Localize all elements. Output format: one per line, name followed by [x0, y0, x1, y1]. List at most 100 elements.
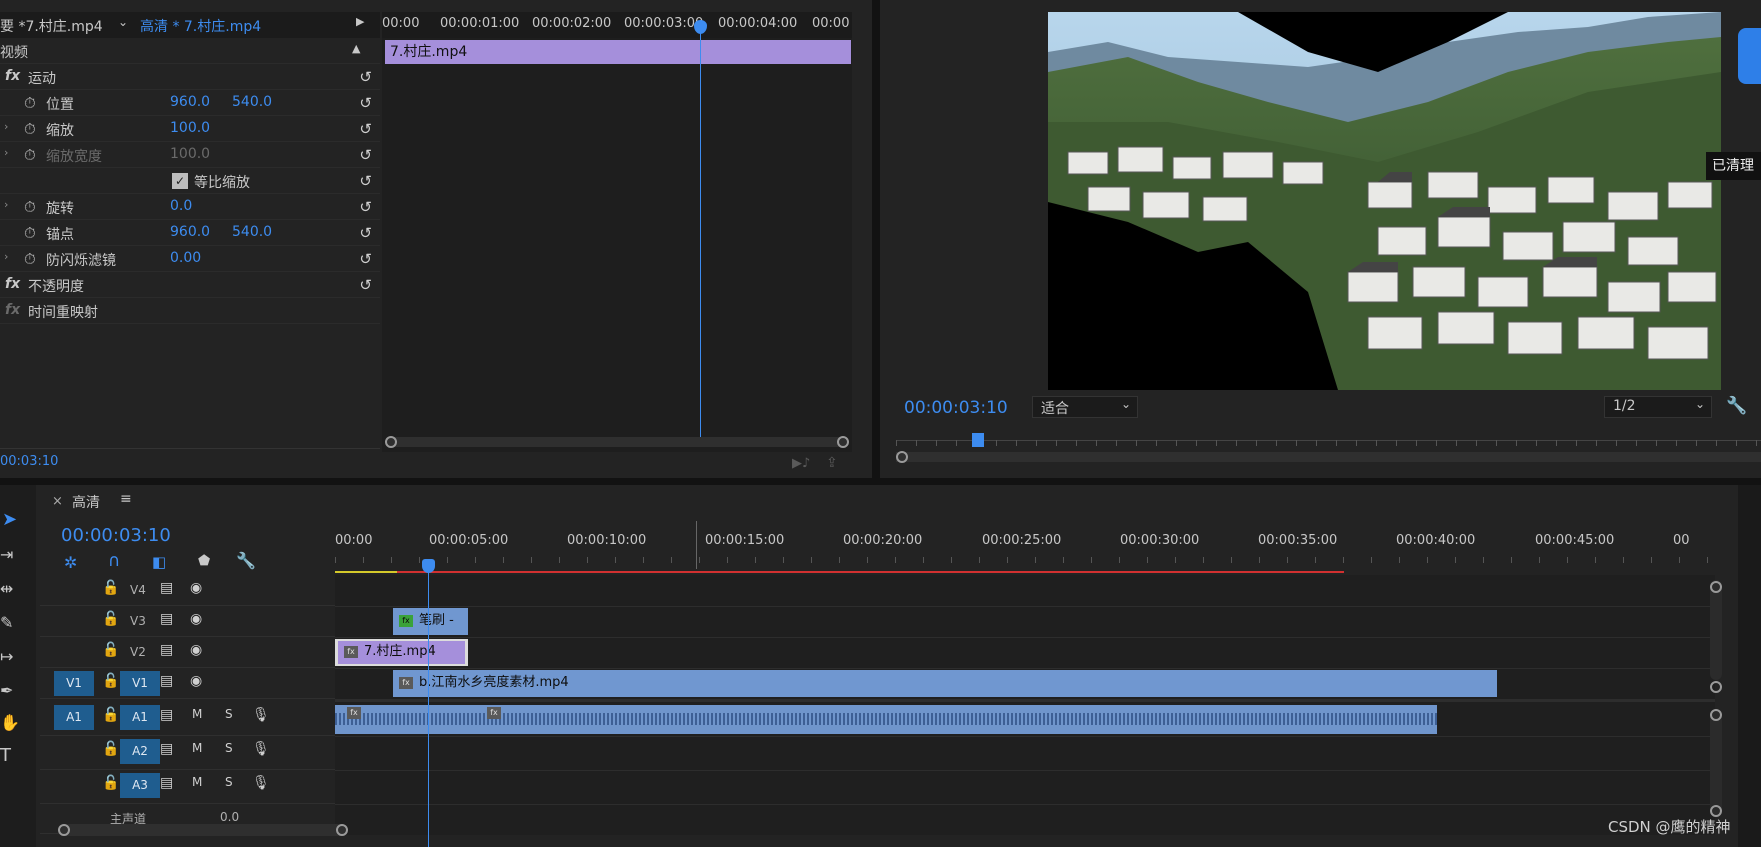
scale-value[interactable]: 100.0 [170, 120, 210, 136]
reset-icon[interactable]: ↺ [359, 224, 372, 242]
scroll-handle-bottom[interactable] [1710, 681, 1722, 693]
lock-icon[interactable]: 🔓 [102, 741, 119, 757]
tab-master-clip[interactable]: 要 *7.村庄.mp4 [0, 16, 103, 36]
timeline-time-ruler[interactable]: 00:00 00:00:05:00 00:00:10:00 00:00:15:0… [335, 525, 1715, 565]
track-target-a3[interactable]: A3 [120, 773, 160, 798]
floating-assistant-icon[interactable] [1738, 28, 1761, 84]
sync-lock-icon[interactable]: ▤ [160, 707, 173, 723]
reset-icon[interactable]: ↺ [359, 94, 372, 112]
clip-brush-v3[interactable]: fx 笔刷 - [393, 608, 468, 635]
reset-icon[interactable]: ↺ [359, 172, 372, 190]
microphone-icon[interactable]: 🎙 [252, 707, 270, 723]
timeline-zoom-scrollbar[interactable] [58, 824, 348, 836]
hand-tool-icon[interactable]: ✋ [0, 713, 20, 732]
sync-lock-icon[interactable]: ▤ [160, 775, 173, 791]
razor-tool-icon[interactable]: ✎ [0, 613, 13, 632]
program-playhead[interactable] [972, 433, 984, 447]
track-target-a2[interactable]: A2 [120, 739, 160, 764]
stopwatch-icon[interactable]: ⏱ [24, 250, 36, 268]
stopwatch-icon[interactable]: ⏱ [24, 120, 36, 138]
track-a2[interactable]: 🔓 A2 ▤ M S 🎙 [40, 736, 335, 770]
reset-icon[interactable]: ↺ [359, 120, 372, 138]
uniform-scale-checkbox[interactable]: ✓ [172, 173, 188, 189]
expand-chevron-icon[interactable]: › [4, 120, 8, 133]
selection-tool-icon[interactable]: ➤ [2, 509, 17, 530]
video-tracks-scrollbar[interactable] [1710, 580, 1722, 680]
program-video-frame[interactable] [1048, 12, 1721, 390]
tab-sequence-clip[interactable]: 高清 * 7.村庄.mp4 [140, 16, 261, 36]
track-a1[interactable]: A1 🔓 A1 ▤ M S 🎙 [40, 702, 335, 736]
track-target-a1[interactable]: A1 [120, 705, 160, 730]
fit-dropdown[interactable]: 适合 ⌄ [1032, 396, 1138, 418]
scroll-handle-left[interactable] [385, 436, 397, 448]
stopwatch-icon[interactable]: ⏱ [24, 198, 36, 216]
track-v2[interactable]: 🔓 V2 ▤ ◉ [40, 637, 335, 668]
clip-village-v2[interactable]: fx 7.村庄.mp4 [338, 641, 465, 664]
scroll-handle-top[interactable] [1710, 581, 1722, 593]
fx-row-anti-flicker[interactable]: › ⏱ 防闪烁滤镜 0.00 ↺ [0, 246, 380, 272]
rotation-value[interactable]: 0.0 [170, 198, 192, 214]
type-tool-icon[interactable]: T [0, 745, 11, 766]
master-track-value[interactable]: 0.0 [220, 810, 239, 824]
mini-time-ruler[interactable]: 00:00 00:00:01:00 00:00:02:00 00:00:03:0… [382, 12, 852, 38]
clip-jiangnan-v1[interactable]: fx b.江南水乡亮度素材.mp4 [393, 670, 1497, 697]
panel-menu-icon[interactable]: ≡ [120, 491, 132, 507]
anchor-y-value[interactable]: 540.0 [232, 224, 272, 240]
lock-icon[interactable]: 🔓 [102, 707, 119, 723]
snap-magnet-icon[interactable]: ∩ [108, 551, 120, 571]
source-patch-a1[interactable]: A1 [54, 705, 94, 730]
stopwatch-icon[interactable]: ⏱ [24, 224, 36, 242]
mini-clip-village[interactable]: 7.村庄.mp4 [385, 40, 851, 64]
snap-nest-icon[interactable]: ✲ [64, 553, 77, 572]
fx-row-position[interactable]: ⏱ 位置 960.0 540.0 ↺ [0, 90, 380, 116]
solo-button[interactable]: S [225, 741, 233, 755]
microphone-icon[interactable]: 🎙 [252, 775, 270, 791]
reset-icon[interactable]: ↺ [359, 146, 372, 164]
fx-row-anchor[interactable]: ⏱ 锚点 960.0 540.0 ↺ [0, 220, 380, 246]
eye-icon[interactable]: ◉ [190, 642, 202, 658]
track-area[interactable]: fx 笔刷 - fx 7.村庄.mp4 fx b.江南水乡亮度素材.mp4 fx fx [335, 575, 1715, 835]
fx-row-uniform-scale[interactable]: ✓ 等比缩放 ↺ [0, 168, 380, 194]
reset-icon[interactable]: ↺ [359, 198, 372, 216]
track-select-tool-icon[interactable]: ⇥ [0, 545, 13, 564]
audio-tracks-scrollbar[interactable] [1710, 709, 1722, 817]
pen-tool-icon[interactable]: ✒ [0, 681, 13, 700]
resolution-dropdown[interactable]: 1/2 ⌄ [1604, 396, 1712, 418]
program-zoom-scrollbar[interactable] [896, 452, 1761, 462]
lock-icon[interactable]: 🔓 [102, 642, 119, 658]
mini-scrollbar[interactable] [386, 437, 848, 447]
loop-audio-icon[interactable]: ▶♪ [792, 456, 810, 471]
position-y-value[interactable]: 540.0 [232, 94, 272, 110]
scroll-handle-right[interactable] [336, 824, 348, 836]
ripple-edit-tool-icon[interactable]: ⇹ [0, 579, 13, 598]
track-target-v1[interactable]: V1 [120, 671, 160, 696]
microphone-icon[interactable]: 🎙 [252, 741, 270, 757]
add-marker-icon[interactable]: ⬟ [198, 553, 210, 569]
panel-divider[interactable] [0, 478, 1761, 485]
solo-button[interactable]: S [225, 775, 233, 789]
scroll-handle-right[interactable] [837, 436, 849, 448]
eye-icon[interactable]: ◉ [190, 673, 202, 689]
fx-row-motion[interactable]: fx 运动 ↺ [0, 64, 380, 90]
export-frame-icon[interactable]: ⇪ [826, 455, 838, 471]
program-timecode[interactable]: 00:00:03:10 [904, 398, 1008, 418]
reset-icon[interactable]: ↺ [359, 68, 372, 86]
expand-chevron-icon[interactable]: › [4, 250, 8, 263]
reset-icon[interactable]: ↺ [359, 276, 372, 294]
sync-lock-icon[interactable]: ▤ [160, 580, 173, 596]
mute-button[interactable]: M [192, 775, 202, 789]
sequence-tab[interactable]: 高清 [72, 492, 100, 512]
sync-lock-icon[interactable]: ▤ [160, 642, 173, 658]
linked-selection-icon[interactable]: ◧ [152, 553, 166, 571]
play-triangle-icon[interactable]: ▶ [356, 15, 364, 28]
effect-controls-timeline[interactable]: 00:00 00:00:01:00 00:00:02:00 00:00:03:0… [382, 12, 852, 452]
track-v3[interactable]: 🔓 V3 ▤ ◉ [40, 606, 335, 637]
timeline-timecode[interactable]: 00:00:03:10 [61, 525, 171, 546]
track-v4[interactable]: 🔓 V4 ▤ ◉ [40, 575, 335, 606]
fx-row-scale[interactable]: › ⏱ 缩放 100.0 ↺ [0, 116, 380, 142]
close-icon[interactable]: × [52, 494, 63, 509]
wrench-icon[interactable]: 🔧 [1726, 396, 1747, 416]
anti-flicker-value[interactable]: 0.00 [170, 250, 201, 266]
sync-lock-icon[interactable]: ▤ [160, 611, 173, 627]
slip-tool-icon[interactable]: ↦ [0, 647, 13, 666]
